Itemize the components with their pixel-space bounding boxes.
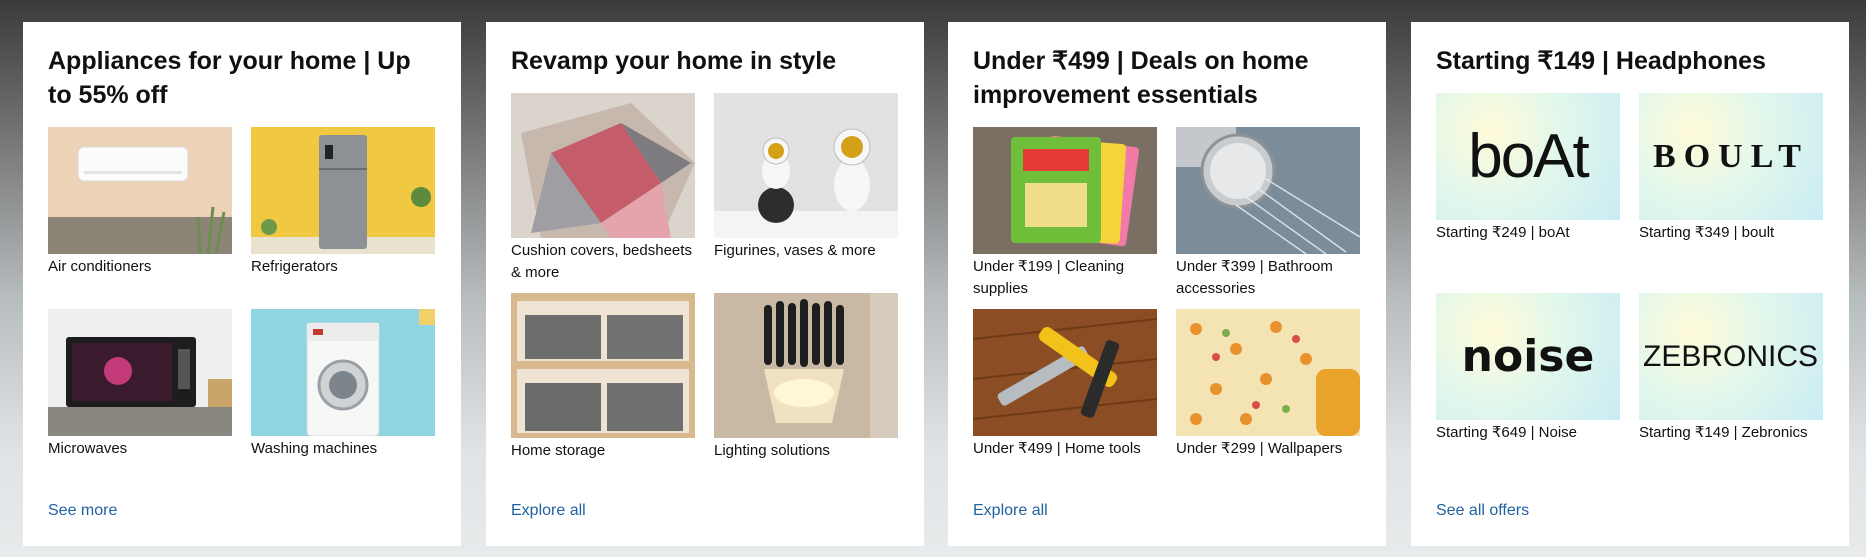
tile-figurines[interactable]: Figurines, vases & more	[714, 93, 898, 262]
tile-microwaves[interactable]: Microwaves	[48, 309, 232, 460]
zebronics-logo: ZEBRONICS	[1639, 293, 1823, 420]
tile-boat[interactable]: boAt Starting ₹249 | boAt	[1436, 93, 1620, 244]
tile-label: Under ₹399 | Bathroom accessories	[1176, 258, 1333, 297]
card-appliances: Appliances for your home | Up to 55% off…	[23, 22, 461, 546]
logo-text: ZEBRONICS	[1643, 339, 1819, 373]
tile-cleaning-supplies[interactable]: Under ₹199 | Cleaning supplies	[973, 127, 1157, 300]
tile-cushion-covers[interactable]: Cushion covers, bedsheets & more	[511, 93, 695, 284]
sponge-icon	[973, 127, 1157, 254]
tile-label: Cushion covers, bedsheets & more	[511, 242, 692, 281]
card-home-improvement: Under ₹499 | Deals on home improvement e…	[948, 22, 1386, 546]
tile-boult[interactable]: BOULT Starting ₹349 | boult	[1639, 93, 1823, 244]
boult-logo: BOULT	[1639, 93, 1823, 220]
see-all-offers-link[interactable]: See all offers	[1436, 502, 1529, 520]
tile-label: Starting ₹649 | Noise	[1436, 424, 1578, 441]
tile-label: Under ₹499 | Home tools	[973, 440, 1141, 457]
card-home-style: Revamp your home in style Cushion covers…	[486, 22, 924, 546]
tile-wallpapers[interactable]: Under ₹299 | Wallpapers	[1176, 309, 1360, 460]
tile-air-conditioners[interactable]: Air conditioners	[48, 127, 232, 278]
boat-logo: boAt	[1436, 93, 1620, 220]
see-more-link[interactable]: See more	[48, 502, 117, 520]
tile-label: Refrigerators	[251, 258, 338, 275]
tile-home-storage[interactable]: Home storage	[511, 293, 695, 462]
lamp-icon	[714, 293, 898, 438]
tile-home-tools[interactable]: Under ₹499 | Home tools	[973, 309, 1157, 460]
tile-lighting[interactable]: Lighting solutions	[714, 293, 898, 462]
tile-label: Air conditioners	[48, 258, 152, 275]
rug-icon	[511, 93, 695, 238]
tile-label: Figurines, vases & more	[714, 242, 876, 259]
tile-label: Starting ₹349 | boult	[1639, 224, 1775, 241]
wallpaper-icon	[1176, 309, 1360, 436]
card-title: Appliances for your home | Up to 55% off	[48, 47, 411, 109]
logo-text: BOULT	[1653, 137, 1809, 175]
card-title: Starting ₹149 | Headphones	[1436, 47, 1766, 75]
shower-icon	[1176, 127, 1360, 254]
tile-refrigerators[interactable]: Refrigerators	[251, 127, 435, 278]
storage-icon	[511, 293, 695, 438]
tile-label: Under ₹299 | Wallpapers	[1176, 440, 1343, 457]
washing-machine-icon	[251, 309, 435, 436]
card-title: Revamp your home in style	[511, 47, 837, 75]
tile-noise[interactable]: noise Starting ₹649 | Noise	[1436, 293, 1620, 444]
tile-label: Microwaves	[48, 440, 128, 457]
card-headphones: Starting ₹149 | Headphones boAt Starting…	[1411, 22, 1849, 546]
tile-label: Starting ₹249 | boAt	[1436, 224, 1570, 241]
microwave-icon	[48, 309, 232, 436]
tile-washing-machines[interactable]: Washing machines	[251, 309, 435, 460]
tile-label: Home storage	[511, 442, 606, 459]
tile-zebronics[interactable]: ZEBRONICS Starting ₹149 | Zebronics	[1639, 293, 1823, 444]
logo-text: noise	[1461, 330, 1595, 382]
air-conditioner-icon	[48, 127, 232, 254]
figurine-icon	[714, 93, 898, 238]
tile-label: Washing machines	[251, 440, 378, 457]
explore-all-link[interactable]: Explore all	[973, 502, 1048, 520]
card-title: Under ₹499 | Deals on home improvement e…	[973, 47, 1309, 109]
tile-label: Lighting solutions	[714, 442, 830, 459]
tools-icon	[973, 309, 1157, 436]
tile-label: Under ₹199 | Cleaning supplies	[973, 258, 1125, 297]
explore-all-link[interactable]: Explore all	[511, 502, 586, 520]
noise-logo: noise	[1436, 293, 1620, 420]
tile-label: Starting ₹149 | Zebronics	[1639, 424, 1808, 441]
logo-text: boAt	[1468, 121, 1590, 191]
tile-bathroom-accessories[interactable]: Under ₹399 | Bathroom accessories	[1176, 127, 1360, 300]
refrigerator-icon	[251, 127, 435, 254]
